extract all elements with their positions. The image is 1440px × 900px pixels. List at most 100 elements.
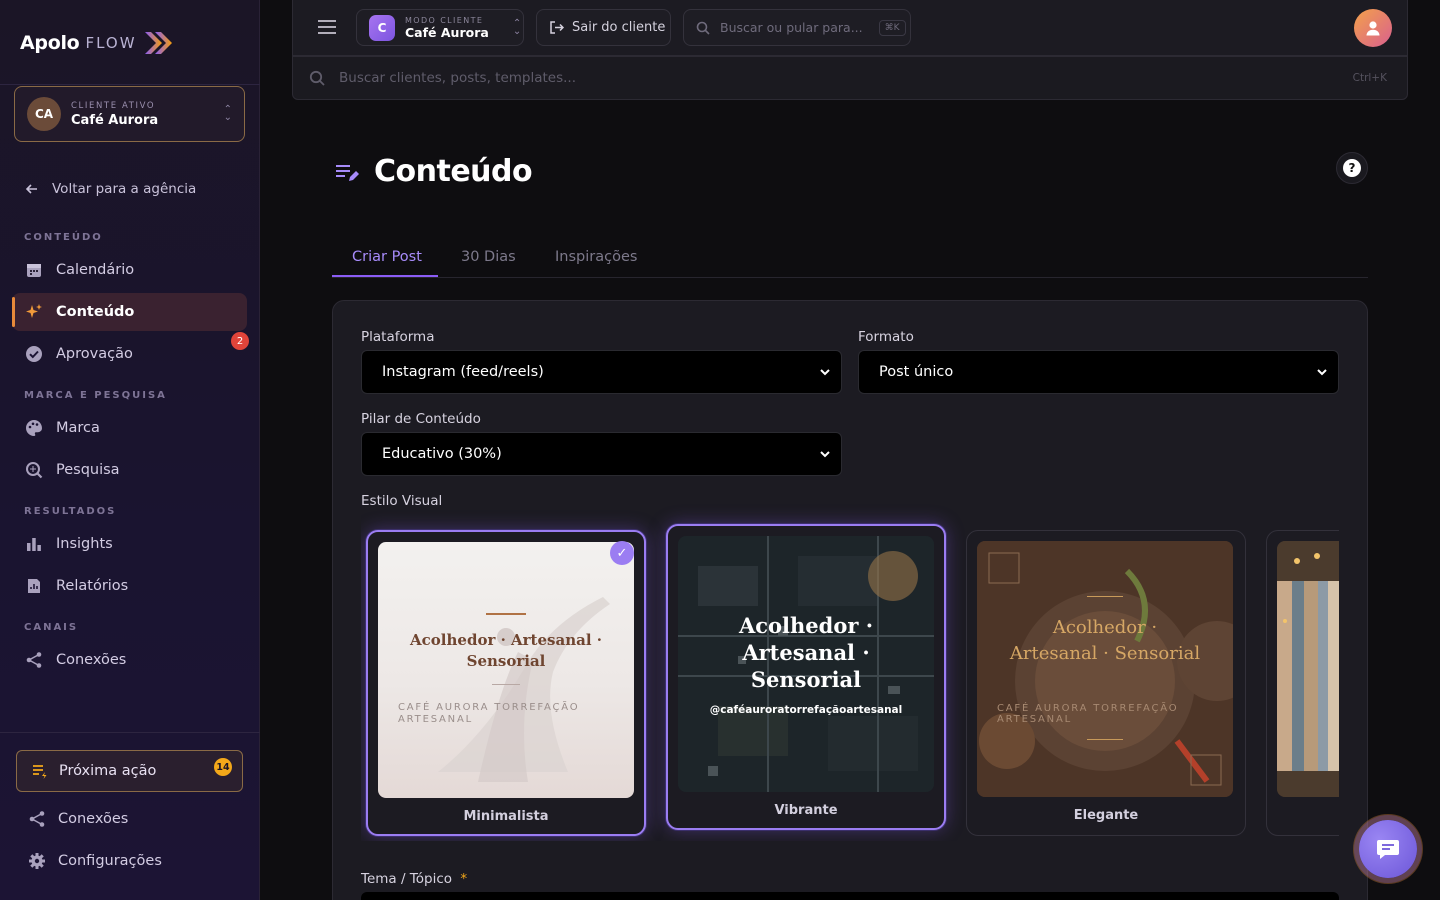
search-icon bbox=[696, 21, 710, 35]
section-label-brand-research: MARCA E PESQUISA bbox=[24, 390, 167, 401]
logo-name: Apolo bbox=[20, 32, 80, 54]
client-name: Café Aurora bbox=[71, 112, 159, 128]
style-preview-next bbox=[1277, 541, 1339, 797]
client-kicker: CLIENTE ATIVO bbox=[71, 100, 156, 111]
page-title: Conteúdo bbox=[374, 154, 533, 189]
back-to-agency-link[interactable]: Voltar para a agência bbox=[24, 181, 196, 197]
question-icon: ? bbox=[1343, 159, 1361, 177]
list-bolt-icon bbox=[31, 762, 49, 780]
client-avatar: CA bbox=[27, 97, 61, 131]
sidebar-item-label: Insights bbox=[56, 536, 113, 552]
bottom-link-connections[interactable]: Conexões bbox=[28, 810, 128, 828]
tab-create-post[interactable]: Criar Post bbox=[352, 249, 422, 265]
sidebar: Apolo FLOW CA CLIENTE ATIVO Café Aurora … bbox=[0, 0, 260, 900]
report-icon bbox=[24, 576, 44, 596]
style-quote: Acolhedor · Artesanal · Sensorial bbox=[410, 631, 602, 670]
search-globe-icon bbox=[24, 460, 44, 480]
divider bbox=[0, 732, 260, 733]
topic-label-text: Tema / Tópico bbox=[361, 871, 453, 887]
active-tab-indicator bbox=[332, 275, 438, 277]
style-brand-line: CAFÉ AURORA TORREFAÇÃO ARTESANAL bbox=[398, 702, 580, 725]
sidebar-item-label: Calendário bbox=[56, 262, 135, 278]
share-icon bbox=[24, 650, 44, 670]
topic-input[interactable] bbox=[361, 892, 1339, 900]
sidebar-item-label: Relatórios bbox=[56, 578, 129, 594]
next-action-label: Próxima ação bbox=[59, 763, 157, 779]
global-search-placeholder: Buscar clientes, posts, templates... bbox=[339, 70, 577, 86]
global-search-input[interactable]: Buscar clientes, posts, templates... Ctr… bbox=[292, 56, 1408, 100]
chat-assistant-button[interactable] bbox=[1359, 820, 1417, 878]
check-circle-icon bbox=[24, 344, 44, 364]
shortcut-hint: ⌘K bbox=[878, 19, 906, 36]
selected-check-icon: ✓ bbox=[610, 541, 634, 565]
quick-search-input[interactable]: Buscar ou pular para... ⌘K bbox=[683, 9, 911, 46]
chevron-up-down-icon: ⌃ ⌄ bbox=[223, 104, 232, 123]
topic-label: Tema / Tópico * bbox=[361, 871, 467, 887]
tab-inspirations[interactable]: Inspirações bbox=[555, 249, 637, 265]
bar-chart-icon bbox=[24, 534, 44, 554]
style-preview-vibrant: Acolhedor · Artesanal · Sensorial @caféa… bbox=[678, 536, 934, 792]
next-action-button[interactable]: Próxima ação bbox=[16, 750, 243, 792]
sidebar-item-calendar[interactable]: Calendário bbox=[12, 251, 247, 289]
share-icon bbox=[28, 810, 46, 828]
style-card-minimalist[interactable]: Acolhedor · Artesanal · Sensorial CAFÉ A… bbox=[366, 530, 646, 836]
client-info: CLIENTE ATIVO Café Aurora bbox=[71, 101, 214, 128]
client-mode-switcher[interactable]: C MODO CLIENTE Café Aurora ⌃ ⌄ bbox=[356, 9, 524, 46]
style-quote: Acolhedor · Artesanal · Sensorial bbox=[738, 613, 874, 692]
page-header: Conteúdo bbox=[334, 154, 533, 189]
app-logo[interactable]: Apolo FLOW bbox=[20, 28, 175, 58]
tab-30-days[interactable]: 30 Dias bbox=[461, 249, 516, 265]
sidebar-item-insights[interactable]: Insights bbox=[12, 525, 247, 563]
style-preview-elegant: Acolhedor · Artesanal · Sensorial CAFÉ A… bbox=[977, 541, 1233, 797]
active-client-switcher[interactable]: CA CLIENTE ATIVO Café Aurora ⌃ ⌄ bbox=[14, 86, 245, 142]
logo-suffix: FLOW bbox=[85, 34, 137, 52]
style-preview-minimalist: Acolhedor · Artesanal · Sensorial CAFÉ A… bbox=[378, 542, 634, 798]
exit-client-button[interactable]: Sair do cliente bbox=[536, 9, 671, 46]
style-brand-line: CAFÉ AURORA TORREFAÇÃO ARTESANAL bbox=[997, 703, 1179, 725]
quick-search-placeholder: Buscar ou pular para... bbox=[720, 20, 863, 35]
exit-client-label: Sair do cliente bbox=[572, 20, 666, 35]
divider bbox=[0, 84, 260, 85]
required-marker: * bbox=[460, 871, 468, 887]
sidebar-item-brand[interactable]: Marca bbox=[12, 409, 247, 447]
next-action-count-badge: 14 bbox=[214, 758, 232, 776]
help-button[interactable]: ? bbox=[1336, 152, 1368, 184]
logout-icon bbox=[549, 20, 564, 35]
style-card-next[interactable] bbox=[1266, 530, 1339, 836]
section-label-channels: CANAIS bbox=[24, 622, 79, 633]
create-post-form: Plataforma Instagram (feed/reels) Format… bbox=[332, 300, 1368, 900]
calendar-icon bbox=[24, 260, 44, 280]
sidebar-item-research[interactable]: Pesquisa bbox=[12, 451, 247, 489]
arrow-left-icon bbox=[24, 181, 40, 197]
style-card-label: Elegante bbox=[1073, 808, 1139, 823]
chat-bubble-icon bbox=[1376, 838, 1400, 860]
client-mode-info: MODO CLIENTE Café Aurora bbox=[405, 16, 489, 40]
sidebar-item-label: Conteúdo bbox=[56, 304, 135, 320]
top-bar: C MODO CLIENTE Café Aurora ⌃ ⌄ Sair do cl… bbox=[292, 0, 1408, 56]
sparkles-icon bbox=[24, 302, 44, 322]
sidebar-item-content[interactable]: Conteúdo bbox=[12, 293, 247, 331]
sidebar-item-connections[interactable]: Conexões bbox=[12, 641, 247, 679]
menu-icon[interactable] bbox=[317, 18, 337, 36]
bottom-link-settings[interactable]: Configurações bbox=[28, 852, 162, 870]
style-card-label: Minimalista bbox=[463, 809, 549, 824]
palette-icon bbox=[24, 418, 44, 438]
shortcut-hint: Ctrl+K bbox=[1352, 72, 1387, 84]
sidebar-item-reports[interactable]: Relatórios bbox=[12, 567, 247, 605]
style-card-vibrant[interactable]: Acolhedor · Artesanal · Sensorial @caféa… bbox=[666, 524, 946, 830]
sidebar-item-approval[interactable]: Aprovação bbox=[12, 335, 247, 373]
user-icon bbox=[1364, 19, 1382, 37]
section-label-content: CONTEÚDO bbox=[24, 232, 103, 243]
client-mode-name: Café Aurora bbox=[405, 24, 489, 40]
back-label: Voltar para a agência bbox=[52, 181, 197, 197]
user-avatar[interactable] bbox=[1354, 9, 1392, 47]
sidebar-item-label: Conexões bbox=[56, 652, 127, 668]
section-label-results: RESULTADOS bbox=[24, 506, 117, 517]
gear-icon bbox=[28, 852, 46, 870]
style-handle: @caféauroratorrefaçãoartesanal bbox=[709, 704, 903, 716]
sidebar-item-label: Marca bbox=[56, 420, 100, 436]
chevron-up-down-icon: ⌃ ⌄ bbox=[512, 17, 522, 37]
style-card-elegant[interactable]: Acolhedor · Artesanal · Sensorial CAFÉ A… bbox=[966, 530, 1246, 836]
client-mode-letter: C bbox=[369, 14, 395, 41]
approval-count-badge: 2 bbox=[231, 332, 249, 350]
